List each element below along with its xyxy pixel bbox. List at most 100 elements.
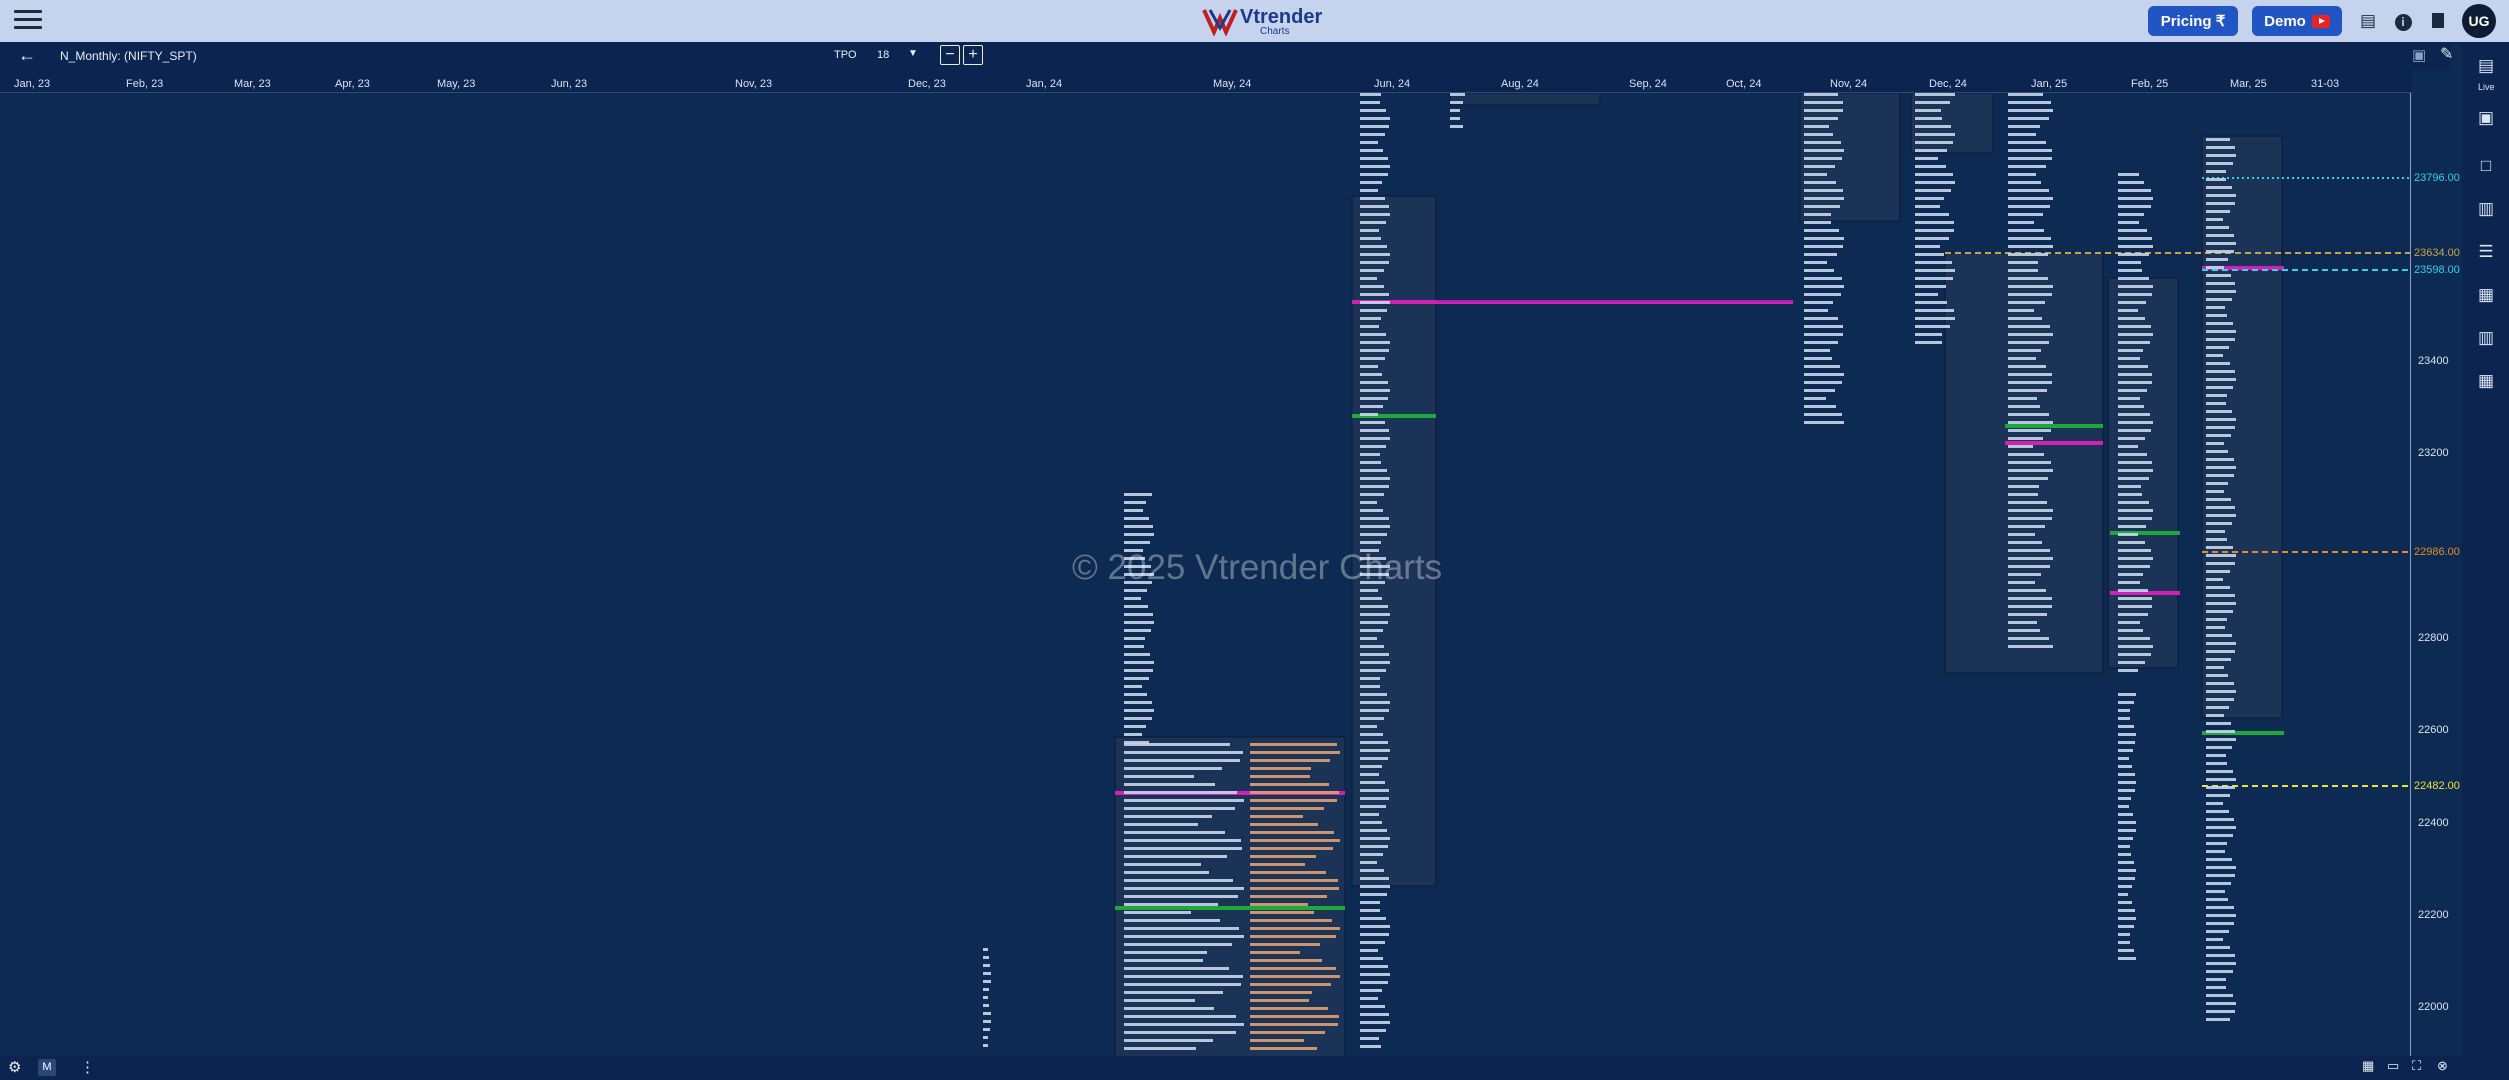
more-vertical-icon[interactable]: ⋮ bbox=[80, 1058, 95, 1076]
tpo-row bbox=[2118, 597, 2152, 600]
tpo-row bbox=[2118, 621, 2140, 624]
tpo-row bbox=[1124, 597, 1141, 600]
tpo-row bbox=[2118, 749, 2133, 752]
tpo-row bbox=[2008, 197, 2053, 200]
top-bar: Vtrender Charts Pricing ₹ Demo ▤ i UG bbox=[0, 0, 2509, 42]
tpo-row bbox=[1124, 493, 1152, 496]
tick-size-select[interactable]: 18 bbox=[877, 49, 889, 61]
grid-icon[interactable]: ▦ bbox=[2474, 283, 2498, 307]
tpo-row bbox=[1804, 165, 1835, 168]
tpo-row bbox=[983, 964, 990, 967]
tpo-row bbox=[2206, 434, 2231, 437]
tpo-row bbox=[1804, 269, 1834, 272]
tpo-row bbox=[1360, 829, 1387, 832]
tpo-row bbox=[2008, 349, 2041, 352]
save-disk-icon[interactable]: ▣ bbox=[2412, 46, 2426, 64]
tpo-row bbox=[1124, 589, 1147, 592]
poc-line bbox=[2005, 441, 2103, 445]
zoom-out-icon[interactable]: − bbox=[940, 45, 960, 65]
tpo-row bbox=[2008, 549, 2050, 552]
tpo-row bbox=[2206, 674, 2228, 677]
notes-icon[interactable]: ▤ bbox=[2358, 11, 2378, 31]
save-icon[interactable]: ▣ bbox=[2474, 106, 2498, 130]
close-circle-icon[interactable]: ⊗ bbox=[2437, 1058, 2448, 1074]
tpo-row bbox=[1360, 629, 1383, 632]
tpo-row bbox=[2008, 309, 2034, 312]
tpo-row bbox=[2206, 282, 2235, 285]
book-icon[interactable]: ▥ bbox=[2474, 197, 2498, 221]
square-select-icon[interactable]: □ bbox=[2474, 154, 2498, 178]
live-notes-icon[interactable]: ▤ bbox=[2474, 54, 2498, 78]
tpo-row bbox=[1124, 501, 1146, 504]
tpo-row bbox=[2008, 381, 2052, 384]
tpo-row bbox=[1915, 245, 1940, 248]
tpo-row bbox=[2118, 757, 2129, 760]
window-icon[interactable]: ▭ bbox=[2387, 1058, 2399, 1074]
tpo-row bbox=[1124, 951, 1207, 954]
tpo-row bbox=[1250, 839, 1340, 842]
tpo-row bbox=[2206, 178, 2226, 181]
tpo-row bbox=[2206, 290, 2236, 293]
tpo-row bbox=[1124, 637, 1145, 640]
tpo-row bbox=[1360, 613, 1390, 616]
tpo-row bbox=[2118, 213, 2144, 216]
columns-icon[interactable]: ▥ bbox=[2474, 326, 2498, 350]
tpo-row bbox=[2118, 845, 2130, 848]
demo-button[interactable]: Demo bbox=[2252, 6, 2342, 36]
tpo-row bbox=[983, 980, 991, 983]
tpo-row bbox=[1804, 173, 1827, 176]
price-label: 22400 bbox=[2418, 817, 2449, 829]
list-icon[interactable]: ☰ bbox=[2474, 240, 2498, 264]
user-avatar[interactable]: UG bbox=[2462, 4, 2496, 38]
tpo-row bbox=[2008, 405, 2040, 408]
tpo-row bbox=[2008, 605, 2052, 608]
tpo-row bbox=[2118, 293, 2152, 296]
tpo-row bbox=[1124, 855, 1227, 858]
tpo-row bbox=[1804, 101, 1843, 104]
tpo-row bbox=[1360, 501, 1377, 504]
tpo-row bbox=[1250, 983, 1331, 986]
zoom-in-icon[interactable]: + bbox=[963, 45, 983, 65]
tpo-row bbox=[2118, 461, 2152, 464]
tpo-row bbox=[1360, 957, 1383, 960]
bookmark-icon[interactable] bbox=[2428, 11, 2448, 31]
chart-type-label: TPO bbox=[834, 49, 857, 61]
hamburger-menu-icon[interactable] bbox=[14, 10, 42, 32]
tpo-row bbox=[1915, 197, 1944, 200]
tpo-row bbox=[2206, 858, 2232, 861]
tpo-row bbox=[2206, 994, 2233, 997]
tpo-row bbox=[1250, 807, 1324, 810]
tpo-row bbox=[1450, 125, 1463, 128]
tpo-row bbox=[1360, 277, 1377, 280]
tpo-row bbox=[1360, 429, 1389, 432]
tpo-row bbox=[1360, 517, 1389, 520]
info-icon[interactable]: i bbox=[2393, 11, 2413, 31]
grid-toggle-icon[interactable]: ▦ bbox=[2362, 1058, 2374, 1074]
fullscreen-icon[interactable]: ⛶ bbox=[2412, 1058, 2421, 1074]
tpo-row bbox=[1360, 205, 1389, 208]
tpo-row bbox=[2206, 394, 2227, 397]
tpo-row bbox=[1804, 349, 1830, 352]
tpo-row bbox=[2118, 709, 2130, 712]
tpo-row bbox=[1360, 157, 1388, 160]
tpo-row bbox=[1250, 967, 1336, 970]
mode-button[interactable]: M bbox=[38, 1059, 56, 1076]
settings-gear-icon[interactable]: ⚙ bbox=[8, 1058, 21, 1076]
tpo-row bbox=[2206, 714, 2224, 717]
back-arrow-icon[interactable]: ← bbox=[18, 45, 36, 66]
tpo-row bbox=[2008, 645, 2053, 648]
tpo-row bbox=[2118, 229, 2147, 232]
tpo-row bbox=[2008, 261, 2038, 264]
tpo-row bbox=[2206, 1010, 2235, 1013]
chevron-down-icon[interactable]: ▼ bbox=[908, 48, 918, 59]
tpo-row bbox=[2118, 205, 2151, 208]
tpo-row bbox=[1360, 797, 1389, 800]
tpo-row bbox=[2206, 642, 2236, 645]
tpo-row bbox=[1124, 943, 1232, 946]
tpo-row bbox=[1360, 237, 1381, 240]
tpo-row bbox=[1250, 935, 1336, 938]
vtrender-logo[interactable]: Vtrender Charts bbox=[1200, 4, 1322, 38]
layout-icon[interactable]: ▦ bbox=[2474, 369, 2498, 393]
edit-bookmark-icon[interactable]: ✎ bbox=[2440, 44, 2453, 64]
pricing-button[interactable]: Pricing ₹ bbox=[2148, 6, 2238, 36]
